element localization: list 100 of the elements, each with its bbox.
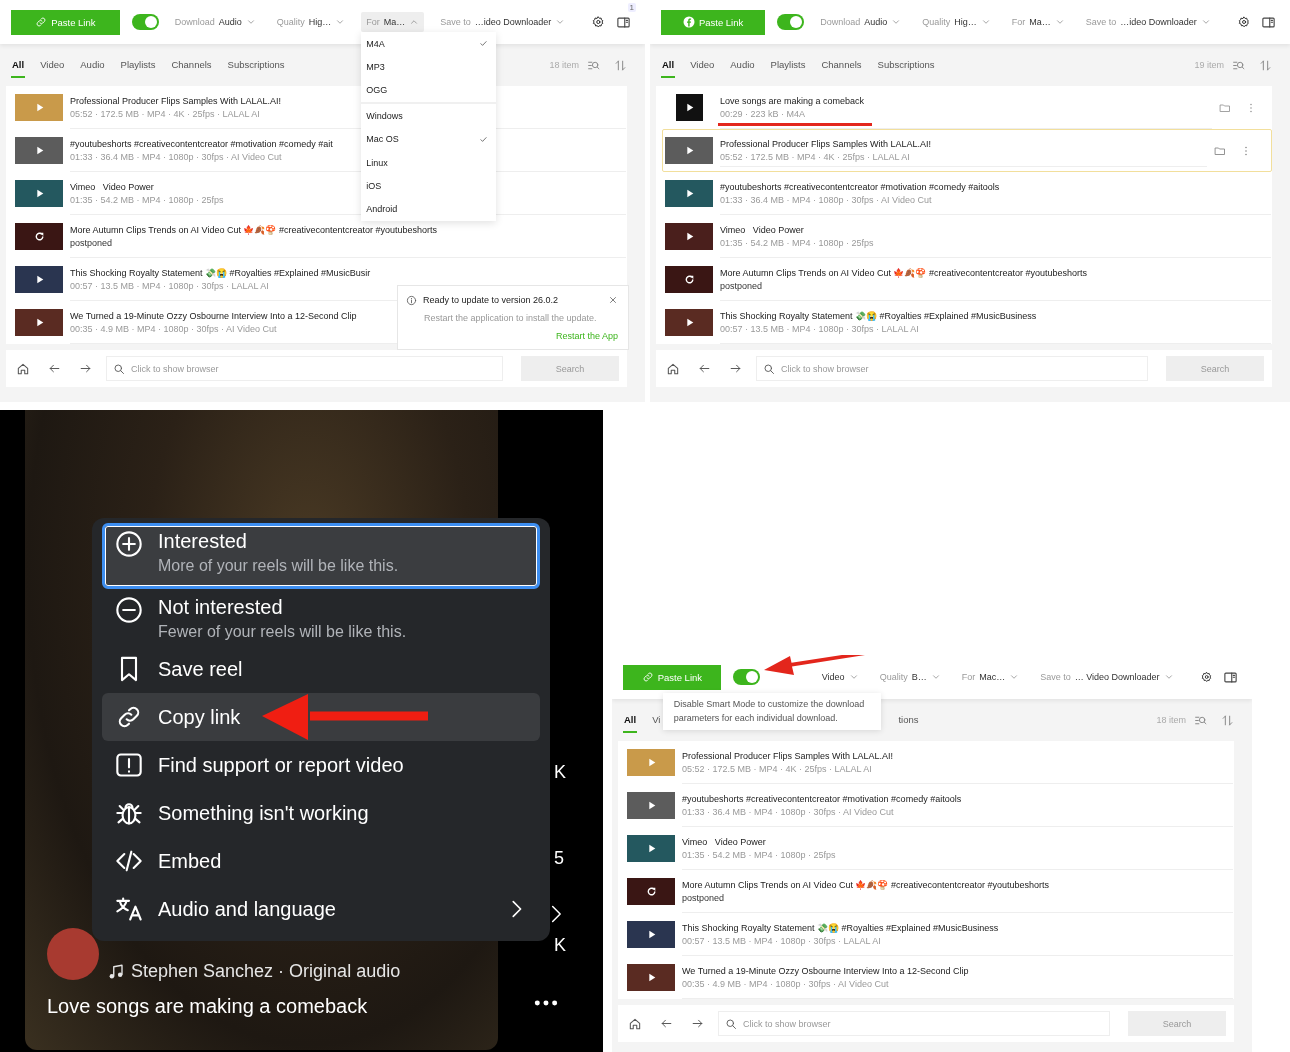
list-row[interactable]: More Autumn Clips Trends on AI Video Cut 🍁🍂🍄 #creativecontentcreator #youtubeshorts postponed xyxy=(662,258,1272,301)
browser-address-field[interactable]: Click to show browser xyxy=(106,356,503,381)
video-details: 00:57 · 13.5 MB · MP4 · 1080p · 30fps · LALAL AI xyxy=(682,935,881,946)
chevron-down-icon xyxy=(555,17,566,27)
home-icon[interactable] xyxy=(628,1016,642,1031)
tab[interactable]: Audio xyxy=(79,52,106,78)
home-icon[interactable] xyxy=(666,361,680,376)
chevron-up-icon xyxy=(409,17,420,27)
video-title: Professional Producer Flips Samples With LALAL.AI! xyxy=(70,95,282,106)
menu-option[interactable]: M4A xyxy=(361,32,497,56)
list-row[interactable]: Professional Producer Flips Samples With LALAL.AI! 05:52 · 172.5 MB · MP4 · 4K · 25fps · LALAL AI xyxy=(662,129,1272,172)
menu-option[interactable]: MP3 xyxy=(361,55,497,79)
dropdown-select[interactable]: Download Audio xyxy=(815,12,907,32)
list-row[interactable]: #youtubeshorts #creativecontentcreator #motivation #comedy #aitools 01:33 · 36.4 MB · MP4 · 1080p · 30fps · AI Video Cut xyxy=(662,172,1272,215)
menu-item[interactable]: Interested More of your reels will be like this. xyxy=(102,523,540,589)
menu-item[interactable]: Embed xyxy=(102,837,540,885)
link-icon xyxy=(641,671,654,683)
menu-item[interactable]: Not interested Fewer of your reels will be like this. xyxy=(102,589,540,645)
chevron-down-icon xyxy=(891,17,902,27)
tab[interactable]: Playlists xyxy=(119,52,157,78)
audio-label[interactable]: Stephen Sanchez · Original audio xyxy=(131,961,401,982)
menu-option[interactable]: iOS xyxy=(361,174,497,198)
video-details: 00:35 · 4.9 MB · MP4 · 1080p · 30fps · AI Video Cut xyxy=(682,978,889,989)
tab[interactable]: tions xyxy=(897,707,920,733)
panel-icon[interactable] xyxy=(1261,14,1276,30)
dropdown-select[interactable]: Save to …ideo Downloader xyxy=(1080,12,1216,32)
close-icon[interactable] xyxy=(608,295,618,306)
menu-item[interactable]: Something isn't working xyxy=(102,789,540,837)
menu-item[interactable]: Copy link xyxy=(102,693,540,741)
menu-item-label: Audio and language xyxy=(158,897,336,921)
video-title: We Turned a 19-Minute Ozzy Osbourne Interview Into a 12-Second Clip xyxy=(70,310,357,321)
menu-option[interactable]: Android xyxy=(361,197,497,222)
browser-address-field[interactable]: Click to show browser xyxy=(756,356,1148,381)
forward-arrow-icon[interactable] xyxy=(691,1017,704,1030)
check-icon xyxy=(479,134,489,144)
video-title: Vimeo Video Power xyxy=(682,836,766,847)
forward-arrow-icon[interactable] xyxy=(79,362,92,375)
reel-caption: Love songs are making a comeback xyxy=(47,995,368,1018)
panel-icon[interactable] xyxy=(616,14,631,30)
video-title: #youtubeshorts #creativecontentcreator #motivation #comedy #aitools xyxy=(720,181,1000,192)
search-icon xyxy=(763,363,775,375)
list-row[interactable]: This Shocking Royalty Statement 💸😭 #Royalties #Explained #MusicBusiness 00:57 · 13.5 MB · MP4 · 1080p · 30fps · LALAL AI xyxy=(662,301,1272,344)
dropdown-select[interactable]: Save to …ideo Downloader xyxy=(435,12,571,32)
tab[interactable]: Video xyxy=(689,52,716,78)
menu-option[interactable]: Mac OS xyxy=(361,127,497,151)
smart-mode-toggle[interactable] xyxy=(131,14,159,30)
tab[interactable]: Playlists xyxy=(769,52,807,78)
tab[interactable]: Video xyxy=(39,52,66,78)
video-details: 01:33 · 36.4 MB · MP4 · 1080p · 30fps · AI Video Cut xyxy=(70,151,282,162)
video-title: Professional Producer Flips Samples With LALAL.AI! xyxy=(682,750,894,761)
menu-option[interactable]: OGG xyxy=(361,78,497,103)
tab[interactable]: All xyxy=(11,52,26,78)
menu-item[interactable]: Save reel xyxy=(102,645,540,693)
chevron-down-icon xyxy=(930,672,941,682)
count-label: K xyxy=(554,935,566,956)
dropdown-select[interactable]: Video xyxy=(816,667,864,687)
video-details: 05:52 · 172.5 MB · MP4 · 4K · 25fps · LALAL AI xyxy=(720,151,910,162)
back-arrow-icon[interactable] xyxy=(698,362,711,375)
smart-mode-toggle[interactable] xyxy=(777,14,805,30)
dropdown-select[interactable]: Quality B… xyxy=(874,667,946,687)
menu-item[interactable]: Audio and language xyxy=(102,885,540,933)
menu-item[interactable]: Find support or report video xyxy=(102,741,540,789)
home-icon[interactable] xyxy=(16,361,30,376)
browser-address-field[interactable]: Click to show browser xyxy=(718,1011,1110,1036)
panel-icon[interactable] xyxy=(1223,669,1238,685)
folder-icon[interactable] xyxy=(1214,144,1226,157)
video-details: 01:35 · 54.2 MB · MP4 · 1080p · 25fps xyxy=(720,237,874,248)
settings-icon[interactable] xyxy=(1200,670,1212,684)
tab[interactable]: Subscriptions xyxy=(876,52,936,78)
tab[interactable]: Channels xyxy=(170,52,213,78)
dropdown-select[interactable]: For Ma… xyxy=(1006,12,1070,32)
menu-item-description: More of your reels will be like this. xyxy=(158,557,399,575)
dropdown-select[interactable]: Quality Hig… xyxy=(271,12,351,32)
dropdown-select[interactable]: For Mac… xyxy=(956,667,1025,687)
forward-arrow-icon[interactable] xyxy=(729,362,742,375)
tab[interactable]: Vi xyxy=(651,707,662,733)
video-title: This Shocking Royalty Statement 💸😭 #Royalties #Explained #MusicBusiness xyxy=(720,310,1037,321)
dropdown-select[interactable]: Download Audio xyxy=(169,12,261,32)
dropdown-select[interactable]: Quality Hig… xyxy=(917,12,996,32)
dropdown-select[interactable]: For Ma… xyxy=(361,12,425,32)
f-logo-icon xyxy=(682,16,695,28)
tab[interactable]: All xyxy=(623,707,638,733)
status-label: postponed xyxy=(70,237,113,248)
video-title: Vimeo Video Power xyxy=(720,224,804,235)
chevron-down-icon xyxy=(848,672,859,682)
menu-option[interactable]: Linux xyxy=(361,150,497,175)
smart-mode-toggle[interactable] xyxy=(732,669,760,685)
tab[interactable]: All xyxy=(661,52,676,78)
tab[interactable]: Audio xyxy=(729,52,756,78)
list-row[interactable]: Vimeo Video Power 01:35 · 54.2 MB · MP4 · 1080p · 25fps xyxy=(662,215,1272,258)
back-arrow-icon[interactable] xyxy=(660,1017,673,1030)
tab[interactable]: Subscriptions xyxy=(226,52,286,78)
tab[interactable]: Channels xyxy=(820,52,863,78)
settings-icon[interactable] xyxy=(592,15,605,29)
link-icon xyxy=(35,16,48,28)
settings-icon[interactable] xyxy=(1237,15,1250,29)
video-title: This Shocking Royalty Statement 💸😭 #Royalties #Explained #MusicBusiness xyxy=(682,922,999,933)
dropdown-select[interactable]: Save to … Video Downloader xyxy=(1035,667,1179,687)
menu-option[interactable]: Windows xyxy=(361,104,497,128)
back-arrow-icon[interactable] xyxy=(48,362,61,375)
